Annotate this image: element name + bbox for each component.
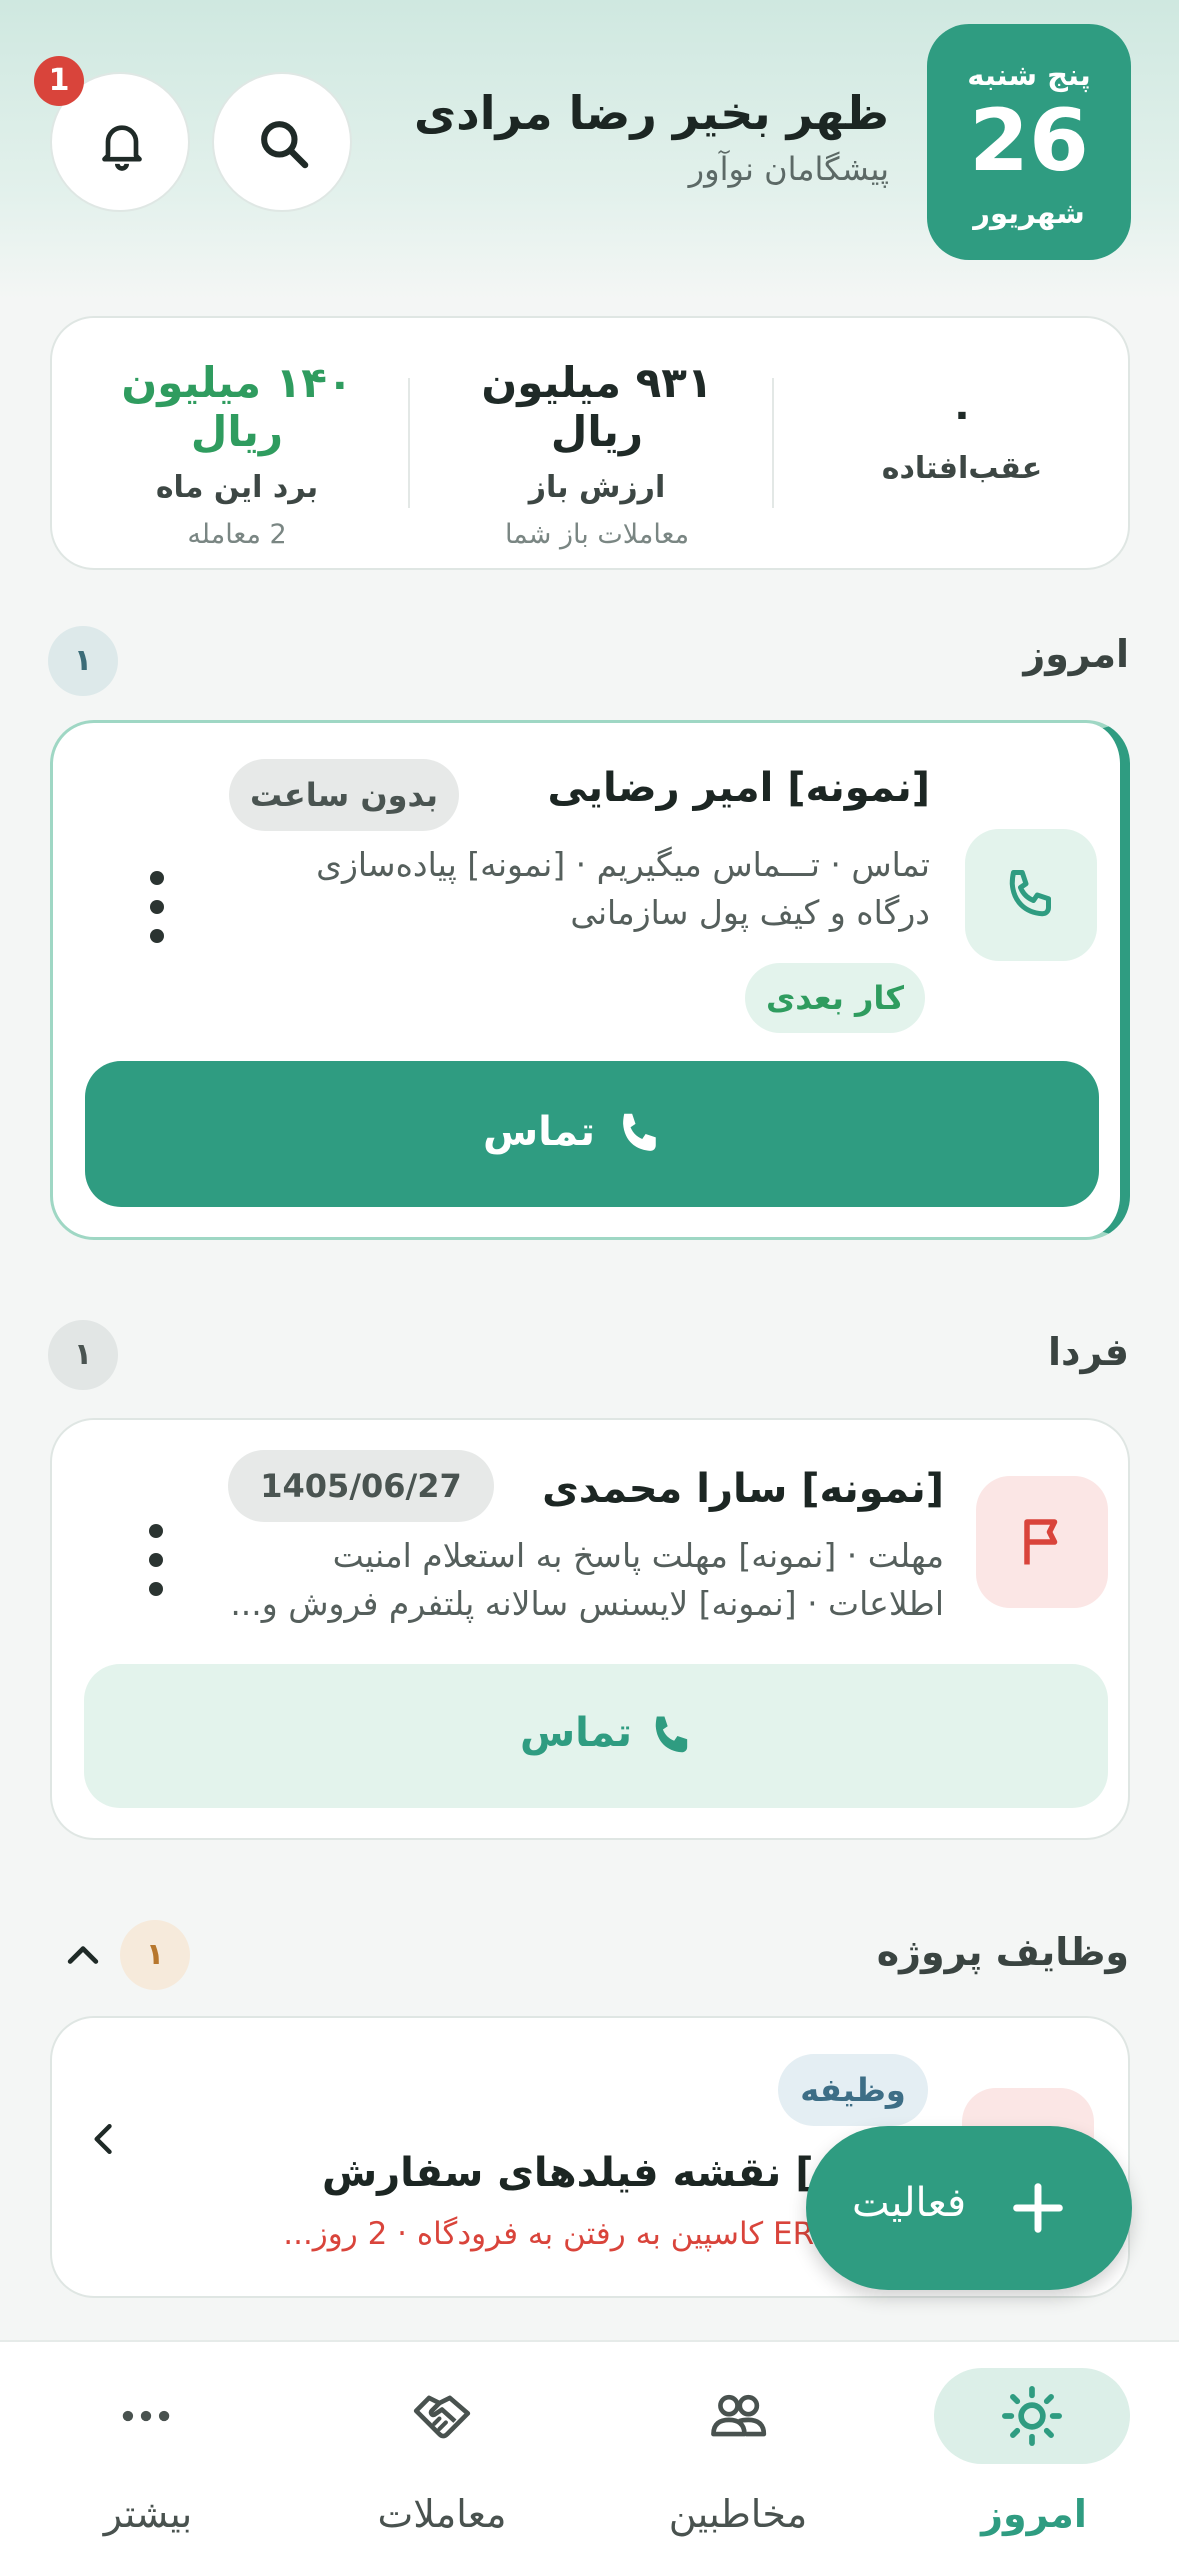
activity-description-line: درگاه و کیف پول سازمانی xyxy=(570,893,930,932)
stat-open-value-label: ارزش باز xyxy=(528,470,666,505)
stat-won[interactable]: ۱۴۰ میلیون ریال برد این ماه 2 معامله xyxy=(72,358,402,550)
count-badge-tomorrow: ۱ xyxy=(48,1320,118,1390)
divider xyxy=(408,378,410,508)
count-badge-project-tasks: ۱ xyxy=(120,1920,190,1990)
call-button[interactable]: تماس xyxy=(84,1664,1108,1808)
section-title-project-tasks: وظایف پروژه xyxy=(876,1930,1129,1974)
day-number: 26 xyxy=(969,91,1089,191)
nav-item-deals[interactable]: معاملات xyxy=(312,2342,572,2556)
stat-open-value-amount: ۹۳۱ میلیون ریال xyxy=(481,358,713,456)
plus-icon xyxy=(1013,2183,1063,2233)
day-of-week: پنج شنبه xyxy=(967,58,1091,92)
stat-won-sub: 2 معامله xyxy=(187,519,287,550)
call-button-label: تماس xyxy=(482,1109,595,1155)
nav-item-more[interactable]: بیشتر xyxy=(18,2342,278,2556)
stat-won-label: برد این ماه xyxy=(155,470,319,505)
stat-overdue-value: ۰ xyxy=(949,388,975,437)
activity-description: تماس · تـــماس میگیریم · [نمونه] پیاده‌س… xyxy=(210,841,930,937)
more-options-icon[interactable] xyxy=(136,1520,176,1600)
search-button[interactable] xyxy=(212,72,352,212)
activity-title: [نمونه] سارا محمدی xyxy=(542,1466,944,1512)
call-button-label: تماس xyxy=(519,1710,632,1756)
phone-icon xyxy=(623,1113,656,1151)
activity-description-line: تماس · تـــماس میگیریم · [نمونه] پیاده‌س… xyxy=(316,845,930,884)
phone-icon xyxy=(655,1716,688,1753)
stat-overdue-label: عقب‌افتاده xyxy=(881,451,1043,486)
stat-overdue[interactable]: ۰ عقب‌افتاده xyxy=(812,388,1112,486)
bell-icon xyxy=(102,125,142,171)
stat-open-value[interactable]: ۹۳۱ میلیون ریال ارزش باز معاملات باز شما xyxy=(432,358,762,550)
more-options-icon[interactable] xyxy=(137,867,177,947)
nav-label-deals: معاملات xyxy=(377,2492,507,2536)
more-dots-icon xyxy=(122,2410,170,2422)
section-title-tomorrow: فردا xyxy=(1047,1330,1129,1374)
nav-label-contacts: مخاطبین xyxy=(668,2492,808,2536)
chevron-up-icon[interactable] xyxy=(58,1934,108,1978)
search-icon xyxy=(261,121,309,169)
fab-label: فعالیت xyxy=(852,2180,967,2226)
date-card: پنج شنبه 26 شهریور xyxy=(927,24,1131,260)
company-name: پیشگامان نوآور xyxy=(688,150,889,188)
greeting-text: ظهر بخیر رضا مرادی xyxy=(413,86,889,140)
flag-icon xyxy=(1024,1519,1058,1565)
time-chip: بدون ساعت xyxy=(229,759,459,831)
month-name: شهریور xyxy=(973,196,1085,230)
activity-title: [نمونه] امیر رضایی xyxy=(547,765,930,811)
next-task-chip: کار بعدی xyxy=(745,963,925,1033)
nav-label-more: بیشتر xyxy=(103,2492,193,2536)
stat-won-amount: ۱۴۰ میلیون ریال xyxy=(121,358,353,456)
add-activity-fab[interactable]: فعالیت xyxy=(806,2126,1132,2290)
nav-item-contacts[interactable]: مخاطبین xyxy=(608,2342,868,2556)
activity-type-tile xyxy=(965,829,1097,961)
bottom-navigation: امروز مخاطبین معاملات بیشتر xyxy=(0,2340,1179,2556)
stats-card: ۰ عقب‌افتاده ۹۳۱ میلیون ریال ارزش باز مع… xyxy=(50,316,1130,570)
stat-open-value-sub: معاملات باز شما xyxy=(504,519,690,550)
activity-type-tile xyxy=(976,1476,1108,1608)
call-button[interactable]: تماس xyxy=(85,1061,1099,1207)
task-tag-chip: وظیفه xyxy=(778,2054,928,2126)
activity-description: مهلت · [نمونه] مهلت پاسخ به استعلام امنی… xyxy=(224,1532,944,1628)
activity-card-today[interactable]: [نمونه] امیر رضایی بدون ساعت تماس · تـــ… xyxy=(50,720,1130,1240)
chevron-left-icon[interactable] xyxy=(82,2114,126,2164)
date-chip: 1405/06/27 xyxy=(228,1450,494,1522)
count-badge-today: ۱ xyxy=(48,626,118,696)
nav-item-today[interactable]: امروز xyxy=(904,2342,1164,2556)
divider xyxy=(772,378,774,508)
sun-icon xyxy=(1002,2386,1062,2446)
notification-badge: 1 xyxy=(34,56,84,106)
section-title-today: امروز xyxy=(1023,632,1129,676)
activity-description-line: اطلاعات · [نمونه] لایسنس سالانه پلتفرم ف… xyxy=(230,1584,944,1623)
handshake-icon xyxy=(413,2395,471,2439)
nav-label-today: امروز xyxy=(981,2492,1087,2536)
activity-card-tomorrow[interactable]: [نمونه] سارا محمدی 1405/06/27 مهلت · [نم… xyxy=(50,1418,1130,1840)
people-icon xyxy=(711,2394,767,2437)
activity-description-line: مهلت · [نمونه] مهلت پاسخ به استعلام امنی… xyxy=(332,1536,944,1575)
phone-icon xyxy=(1009,870,1051,917)
